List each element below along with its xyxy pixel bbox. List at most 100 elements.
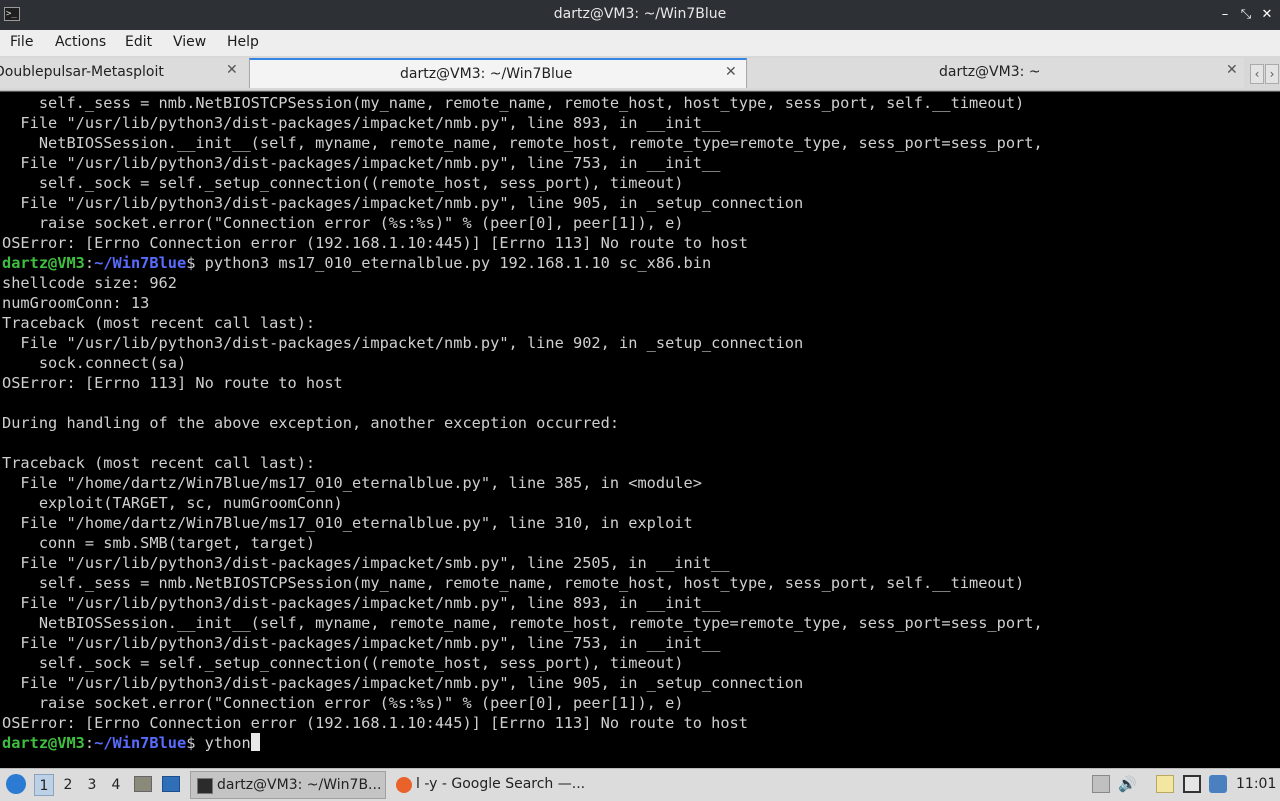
terminal-line: File "/usr/lib/python3/dist-packages/imp…	[2, 673, 1280, 693]
terminal-output: self._sess = nmb.NetBIOSTCPSession(my_na…	[2, 93, 1280, 753]
output-text: OSError: [Errno 113] No route to host	[2, 374, 343, 392]
tab-close-icon[interactable]: ✕	[725, 64, 737, 80]
terminal-line: File "/usr/lib/python3/dist-packages/imp…	[2, 113, 1280, 133]
task-label: dartz@VM3: ~/Win7B...	[217, 777, 382, 793]
maximize-button[interactable]: ⤡	[1237, 6, 1255, 24]
terminal-line: raise socket.error("Connection error (%s…	[2, 213, 1280, 233]
terminal-line: OSError: [Errno 113] No route to host	[2, 373, 1280, 393]
tab-close-icon[interactable]: ✕	[226, 62, 238, 78]
terminal-line: NetBIOSSession.__init__(self, myname, re…	[2, 133, 1280, 153]
prompt-path: ~/Win7Blue	[94, 254, 187, 272]
output-text: shellcode size: 962	[2, 274, 177, 292]
tab-bar: Doublepulsar-Metasploit ✕ dartz@VM3: ~/W…	[0, 56, 1280, 91]
tab-label: dartz@VM3: ~	[939, 64, 1041, 80]
prompt-user-host: dartz@VM3	[2, 254, 85, 272]
prompt-path: ~/Win7Blue	[94, 734, 187, 752]
tab-home[interactable]: dartz@VM3: ~ ✕	[748, 58, 1244, 88]
terminal-line: NetBIOSSession.__init__(self, myname, re…	[2, 613, 1280, 633]
command-text: python3 ms17_010_eternalblue.py 192.168.…	[204, 254, 712, 272]
command-text: ython	[204, 734, 251, 752]
close-button[interactable]: ✕	[1258, 6, 1276, 24]
terminal-line: exploit(TARGET, sc, numGroomConn)	[2, 493, 1280, 513]
output-text: File "/usr/lib/python3/dist-packages/imp…	[2, 594, 721, 612]
terminal-line: conn = smb.SMB(target, target)	[2, 533, 1280, 553]
tab-win7blue[interactable]: dartz@VM3: ~/Win7Blue ✕	[249, 58, 747, 88]
terminal-icon	[197, 778, 213, 794]
task-firefox[interactable]: l -y - Google Search —...	[390, 771, 590, 799]
terminal-line: Traceback (most recent call last):	[2, 313, 1280, 333]
menu-edit[interactable]: Edit	[125, 34, 152, 50]
terminal-line: File "/usr/lib/python3/dist-packages/imp…	[2, 193, 1280, 213]
minimize-button[interactable]: –	[1216, 6, 1234, 24]
output-text: sock.connect(sa)	[2, 354, 187, 372]
prompt-sign: $	[186, 734, 205, 752]
network-icon[interactable]	[1183, 775, 1201, 793]
workspace-1[interactable]: 1	[34, 774, 54, 796]
terminal-line: raise socket.error("Connection error (%s…	[2, 693, 1280, 713]
window-title: dartz@VM3: ~/Win7Blue	[553, 6, 727, 22]
output-text: self._sock = self._setup_connection((rem…	[2, 654, 684, 672]
output-text: File "/usr/lib/python3/dist-packages/imp…	[2, 154, 721, 172]
output-text: exploit(TARGET, sc, numGroomConn)	[2, 494, 343, 512]
clipboard-icon[interactable]	[1156, 775, 1174, 793]
output-text: raise socket.error("Connection error (%s…	[2, 694, 684, 712]
menubar: File Actions Edit View Help	[0, 30, 1280, 56]
terminal-line: File "/home/dartz/Win7Blue/ms17_010_eter…	[2, 513, 1280, 533]
prompt-separator: :	[84, 734, 95, 752]
workspace-3[interactable]: 3	[82, 774, 102, 796]
prompt-sign: $	[186, 254, 205, 272]
menu-view[interactable]: View	[173, 34, 206, 50]
workspace-4[interactable]: 4	[106, 774, 126, 796]
output-text: self._sess = nmb.NetBIOSTCPSession(my_na…	[2, 94, 1025, 112]
output-text: File "/usr/lib/python3/dist-packages/imp…	[2, 194, 804, 212]
terminal-line: OSError: [Errno Connection error (192.16…	[2, 713, 1280, 733]
tab-scroll-left-icon[interactable]: ‹	[1250, 64, 1264, 84]
terminal-line: shellcode size: 962	[2, 273, 1280, 293]
output-text: self._sess = nmb.NetBIOSTCPSession(my_na…	[2, 574, 1025, 592]
output-text: File "/usr/lib/python3/dist-packages/imp…	[2, 554, 730, 572]
menu-file[interactable]: File	[10, 34, 33, 50]
output-text: File "/usr/lib/python3/dist-packages/imp…	[2, 114, 721, 132]
output-text: File "/usr/lib/python3/dist-packages/imp…	[2, 674, 804, 692]
clock: 11:01	[1236, 776, 1277, 792]
tab-close-icon[interactable]: ✕	[1226, 62, 1238, 78]
output-text: File "/home/dartz/Win7Blue/ms17_010_eter…	[2, 514, 693, 532]
menu-actions[interactable]: Actions	[55, 34, 106, 50]
tab-label: dartz@VM3: ~/Win7Blue	[400, 66, 573, 82]
output-text: NetBIOSSession.__init__(self, myname, re…	[2, 614, 1043, 632]
terminal-line: File "/usr/lib/python3/dist-packages/imp…	[2, 153, 1280, 173]
terminal-view[interactable]: self._sess = nmb.NetBIOSTCPSession(my_na…	[0, 91, 1280, 768]
task-terminal[interactable]: dartz@VM3: ~/Win7B...	[190, 771, 386, 799]
tray-drive-icon[interactable]	[1092, 775, 1110, 793]
output-text: conn = smb.SMB(target, target)	[2, 534, 316, 552]
terminal-line: numGroomConn: 13	[2, 293, 1280, 313]
terminal-cursor	[250, 733, 260, 751]
window-titlebar: >_ dartz@VM3: ~/Win7Blue – ⤡ ✕	[0, 0, 1280, 30]
output-text: OSError: [Errno Connection error (192.16…	[2, 714, 748, 732]
tab-doublepulsar[interactable]: Doublepulsar-Metasploit ✕	[0, 58, 248, 88]
output-text: During handling of the above exception, …	[2, 414, 620, 432]
output-text: NetBIOSSession.__init__(self, myname, re…	[2, 134, 1043, 152]
volume-icon[interactable]: 🔊	[1118, 775, 1137, 793]
show-desktop-icon[interactable]	[162, 776, 180, 792]
terminal-line: File "/usr/lib/python3/dist-packages/imp…	[2, 333, 1280, 353]
output-text: Traceback (most recent call last):	[2, 454, 316, 472]
prompt-separator: :	[84, 254, 95, 272]
terminal-line: sock.connect(sa)	[2, 353, 1280, 373]
terminal-prompt-line: dartz@VM3:~/Win7Blue$ ython	[2, 733, 1280, 753]
updates-icon[interactable]	[1209, 775, 1227, 793]
file-manager-icon[interactable]	[134, 776, 152, 792]
output-text: OSError: [Errno Connection error (192.16…	[2, 234, 748, 252]
terminal-line: self._sock = self._setup_connection((rem…	[2, 173, 1280, 193]
start-menu-icon[interactable]	[6, 774, 26, 794]
firefox-icon	[396, 777, 412, 793]
output-text: self._sock = self._setup_connection((rem…	[2, 174, 684, 192]
menu-help[interactable]: Help	[227, 34, 259, 50]
terminal-line: self._sock = self._setup_connection((rem…	[2, 653, 1280, 673]
terminal-line: File "/usr/lib/python3/dist-packages/imp…	[2, 633, 1280, 653]
prompt-user-host: dartz@VM3	[2, 734, 85, 752]
tab-scroll-right-icon[interactable]: ›	[1265, 64, 1279, 84]
workspace-2[interactable]: 2	[58, 774, 78, 796]
